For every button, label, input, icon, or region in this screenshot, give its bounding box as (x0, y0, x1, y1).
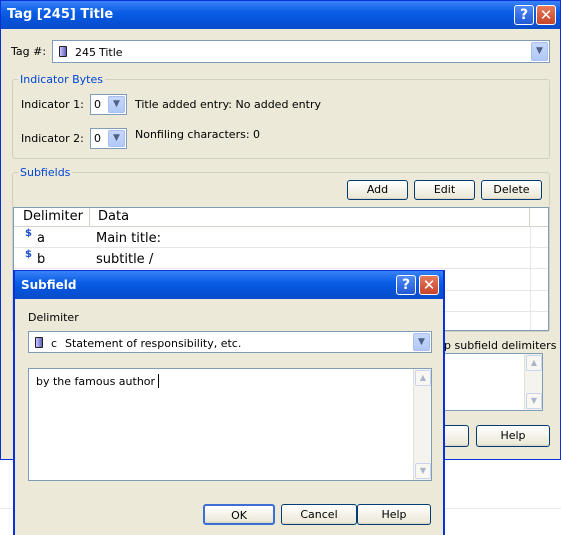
tag-window-title: Tag [245] Title (7, 7, 114, 22)
scroll-up-icon[interactable]: ▲ (526, 355, 542, 371)
list-header: Delimiter Data (14, 208, 548, 227)
tag-window-titlebar[interactable]: Tag [245] Title ? ✕ (1, 1, 560, 29)
ok-button[interactable]: OK (203, 504, 275, 525)
indicator2-value: 0 (94, 132, 101, 145)
text-scrollbar[interactable]: ▲ ▼ (413, 369, 431, 480)
book-icon (59, 46, 67, 57)
table-row[interactable]: $ b subtitle / (14, 248, 548, 269)
indicator1-description: Title added entry: No added entry (135, 98, 322, 111)
column-header-data-label: Data (98, 209, 130, 224)
close-icon[interactable]: ✕ (419, 275, 439, 295)
indicator1-select[interactable]: 0 ▼ (90, 94, 127, 115)
row-data: Main title: (96, 231, 161, 246)
subfield-dialog: Subfield ? ✕ Delimiter c Statement of re… (13, 270, 445, 535)
help-button[interactable]: Help (357, 504, 431, 525)
cancel-button[interactable]: Cancel (281, 504, 357, 525)
row-data: subtitle / (96, 252, 154, 267)
preview-scrollbar[interactable]: ▲ ▼ (524, 354, 542, 410)
indicator1-label: Indicator 1: (21, 98, 84, 111)
scroll-up-icon[interactable]: ▲ (415, 370, 431, 386)
help-button[interactable]: Help (476, 425, 550, 447)
dollar-icon: $ (25, 249, 32, 260)
tag-name: Title (99, 46, 123, 59)
preview-box[interactable]: ▲ ▼ (441, 353, 543, 411)
row-delimiter: b (37, 252, 46, 267)
table-row[interactable]: $ a Main title: (14, 227, 548, 248)
subfields-legend: Subfields (18, 166, 73, 179)
text-cursor (158, 374, 159, 388)
tag-label: Tag #: (11, 45, 47, 58)
indicator-bytes-legend: Indicator Bytes (18, 73, 105, 86)
skip-delimiters-checkbox-label[interactable]: ip subfield delimiters (441, 339, 556, 352)
chevron-down-icon[interactable]: ▼ (413, 333, 430, 351)
subfield-text-area[interactable]: by the famous author ▲ ▼ (28, 368, 432, 481)
scroll-down-icon[interactable]: ▼ (526, 393, 542, 409)
close-icon[interactable]: ✕ (536, 5, 556, 25)
delimiter-label: Delimiter (28, 311, 79, 324)
indicator2-description: Nonfiling characters: 0 (135, 128, 261, 141)
column-header-delimiter-label: Delimiter (23, 209, 83, 224)
row-delimiter: a (37, 231, 45, 246)
chevron-down-icon[interactable]: ▼ (108, 130, 125, 147)
column-header-data[interactable]: Data (90, 208, 530, 226)
grid-column-line (530, 227, 531, 330)
delimiter-code: c (51, 337, 58, 350)
chevron-down-icon[interactable]: ▼ (531, 42, 548, 61)
indicator1-value: 0 (94, 98, 101, 111)
book-icon (35, 337, 43, 348)
indicator2-select[interactable]: 0 ▼ (90, 128, 127, 149)
subfield-dialog-title: Subfield (21, 278, 77, 292)
subfield-text: by the famous author (36, 375, 156, 388)
column-header-delimiter[interactable]: Delimiter (14, 208, 90, 226)
help-icon[interactable]: ? (514, 5, 534, 25)
indicator2-label: Indicator 2: (21, 132, 84, 145)
edit-button[interactable]: Edit (414, 180, 475, 200)
dollar-icon: $ (25, 228, 32, 239)
delete-button[interactable]: Delete (481, 180, 542, 200)
scroll-down-icon[interactable]: ▼ (415, 463, 431, 479)
help-icon[interactable]: ? (396, 275, 416, 295)
subfield-dialog-titlebar[interactable]: Subfield ? ✕ (15, 271, 443, 299)
tag-number: 245 (75, 46, 96, 59)
add-button[interactable]: Add (347, 180, 408, 200)
tag-select[interactable]: 245 Title ▼ (52, 40, 550, 63)
chevron-down-icon[interactable]: ▼ (108, 96, 125, 113)
delimiter-select[interactable]: c Statement of responsibility, etc. ▼ (28, 331, 432, 353)
delimiter-name: Statement of responsibility, etc. (65, 337, 242, 350)
